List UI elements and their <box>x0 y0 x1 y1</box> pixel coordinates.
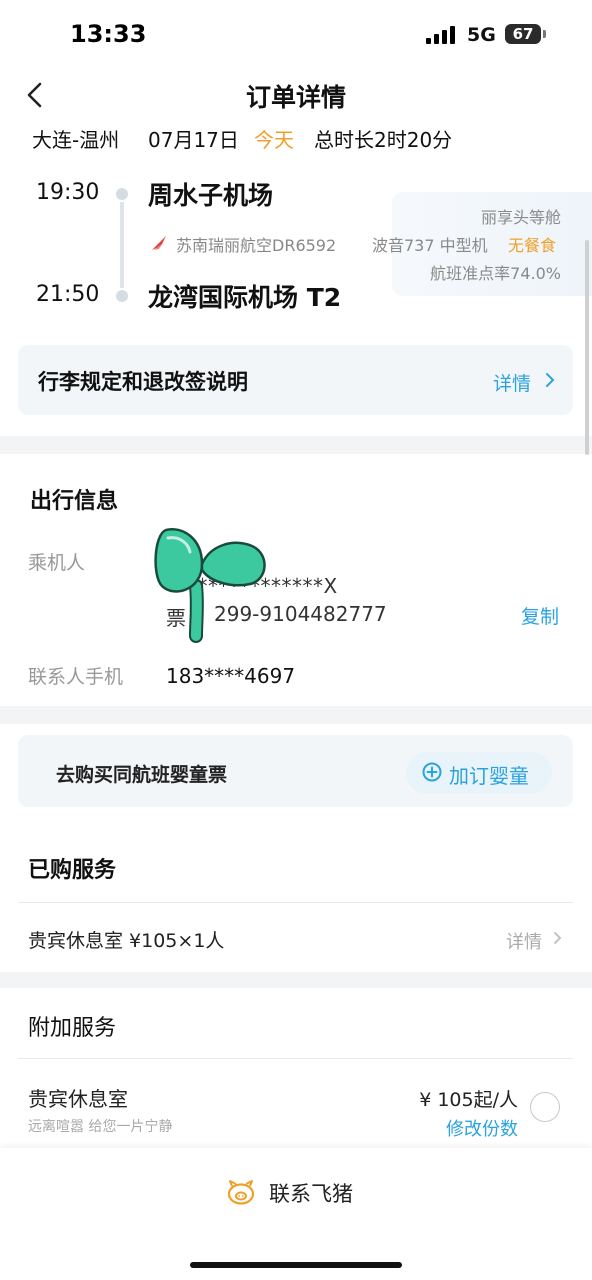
divider <box>18 1058 573 1059</box>
scrollbar[interactable] <box>585 240 589 455</box>
on-time-rate: 航班准点率74.0% <box>430 264 561 283</box>
rules-detail-link[interactable]: 详情 <box>493 369 531 396</box>
rules-title: 行李规定和退改签说明 <box>38 370 248 394</box>
section-separator <box>0 436 592 454</box>
network-type: 5G <box>467 24 496 46</box>
contact-phone: 183****4697 <box>166 664 296 688</box>
copy-button[interactable]: 复制 <box>521 602 559 629</box>
departure-dot <box>116 188 128 200</box>
aircraft-type: 波音737 中型机 <box>372 236 488 255</box>
purchased-services-title: 已购服务 <box>28 858 117 883</box>
departure-airport: 周水子机场 <box>148 181 274 210</box>
addon-services-title: 附加服务 <box>28 1016 117 1041</box>
battery-icon: 67 <box>505 24 541 44</box>
plus-circle-icon <box>422 762 442 782</box>
cabin-class: 丽享头等舱 <box>480 208 561 227</box>
service-detail-link[interactable]: 详情 <box>506 928 542 954</box>
passenger-label: 乘机人 <box>28 552 86 574</box>
airline-logo-icon <box>152 236 166 250</box>
chevron-right-icon <box>554 932 562 944</box>
flight-date: 07月17日 <box>148 128 239 152</box>
airline-flight-number: 苏南瑞丽航空DR6592 <box>176 236 337 255</box>
pig-icon[interactable] <box>226 1178 256 1206</box>
add-infant-label: 加订婴童 <box>449 764 529 788</box>
flight-route: 大连-温州 <box>32 128 120 152</box>
timeline-line <box>120 202 124 288</box>
travel-info-title: 出行信息 <box>30 489 119 514</box>
addon-price: ¥ 105起/人 <box>419 1089 518 1111</box>
addon-name: 贵宾休息室 <box>28 1087 128 1111</box>
arrival-airport: 龙湾国际机场 T2 <box>148 283 342 312</box>
arrival-time: 21:50 <box>36 282 100 307</box>
home-indicator <box>190 1262 402 1268</box>
contact-fliggy-button[interactable]: 联系飞猪 <box>269 1178 353 1208</box>
bottom-bar <box>0 1148 592 1280</box>
edit-quantity-link[interactable]: 修改份数 <box>446 1115 518 1141</box>
sprout-sticker-icon <box>154 528 266 643</box>
infant-ticket-text: 去购买同航班婴童票 <box>56 764 228 786</box>
divider <box>18 902 573 903</box>
contact-label: 联系人手机 <box>28 666 124 688</box>
departure-time: 19:30 <box>36 180 100 205</box>
today-label: 今天 <box>254 128 294 152</box>
section-separator <box>0 972 592 988</box>
section-separator <box>0 706 592 724</box>
page-title: 订单详情 <box>245 83 346 112</box>
purchased-service-item: 贵宾休息室 ¥105×1人 <box>28 930 225 952</box>
signal-icon <box>426 24 458 44</box>
battery-tip <box>543 30 546 38</box>
addon-select-radio[interactable] <box>530 1092 560 1122</box>
addon-description: 远离喧嚣 给您一片宁静 <box>28 1119 173 1135</box>
status-time: 13:33 <box>70 20 147 48</box>
flight-duration: 总时长2时20分 <box>314 128 453 152</box>
meal-info: 无餐食 <box>508 236 557 255</box>
chevron-right-icon <box>546 373 555 387</box>
arrival-dot <box>116 290 128 302</box>
